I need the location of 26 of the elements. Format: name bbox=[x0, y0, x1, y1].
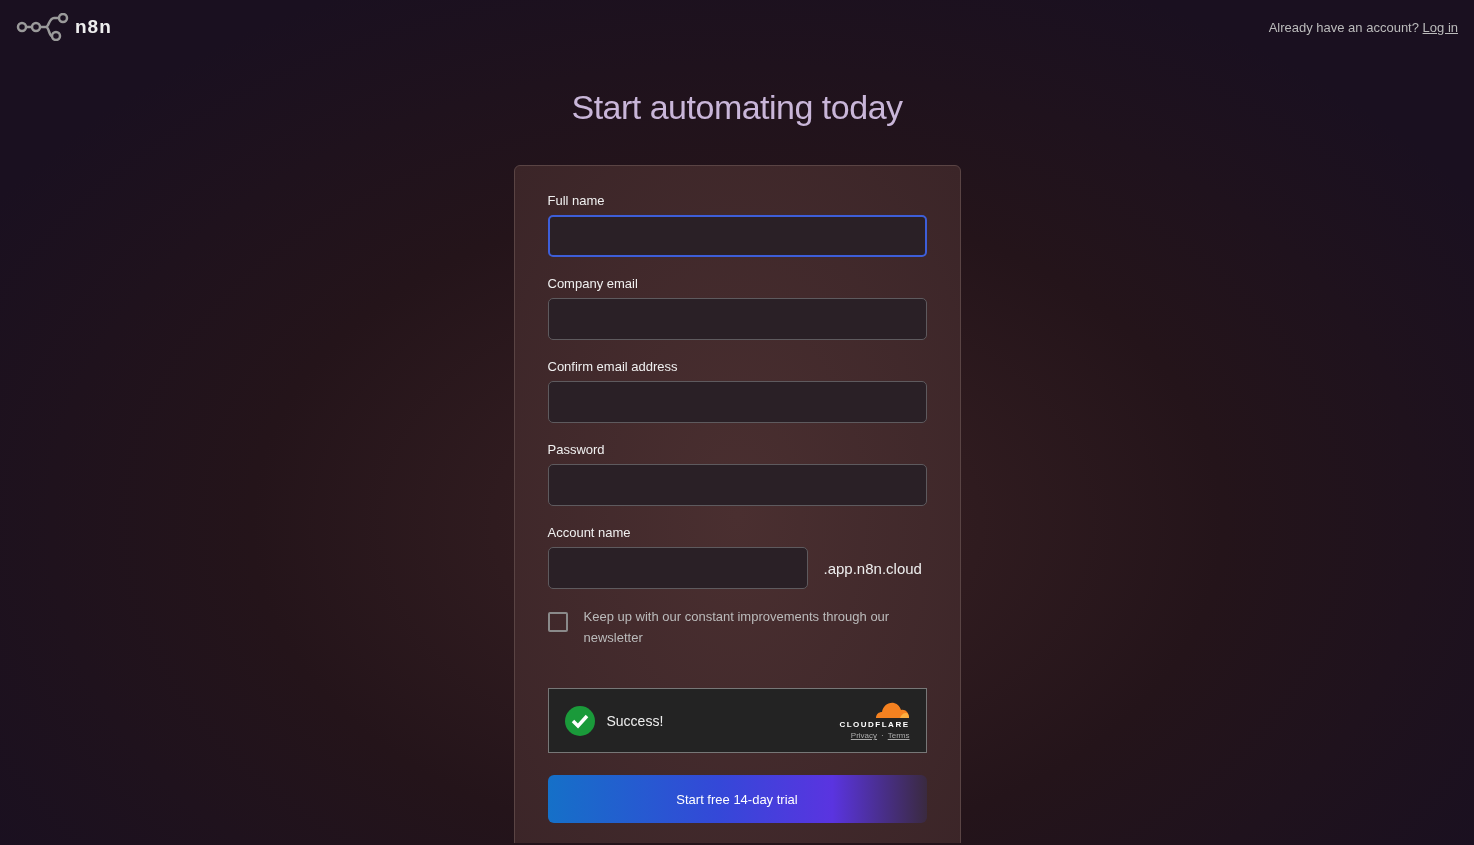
captcha-link[interactable]: Privacy bbox=[850, 731, 878, 740]
page-title: Start automating today bbox=[570, 88, 904, 127]
field-label: Account name bbox=[547, 525, 632, 540]
cloudflare-logo-text: CLOUDFLARE bbox=[839, 720, 910, 729]
newsletter-checkbox[interactable] bbox=[547, 612, 568, 632]
input-field[interactable] bbox=[547, 298, 927, 340]
success-icon bbox=[564, 705, 595, 736]
logo-text: n8n bbox=[75, 16, 112, 38]
cloud-icon bbox=[873, 701, 910, 718]
logo-icon bbox=[16, 13, 69, 41]
input-field[interactable] bbox=[547, 215, 927, 257]
separator-dot: · bbox=[881, 731, 884, 740]
field-label: Password bbox=[547, 442, 606, 457]
field-label: Full name bbox=[547, 193, 606, 208]
newsletter-label: Keep up with our constant improvements through our newsletter bbox=[583, 608, 891, 647]
domain-suffix: .app.n8n.cloud bbox=[823, 559, 922, 577]
captcha-status: Success! bbox=[606, 712, 665, 729]
input-field[interactable] bbox=[547, 547, 808, 589]
input-field[interactable] bbox=[547, 464, 927, 506]
input-field[interactable] bbox=[547, 381, 927, 423]
field-label: Company email bbox=[547, 276, 639, 291]
login-prompt: Already have an account? bbox=[1268, 19, 1419, 35]
login-link[interactable]: Log in bbox=[1422, 19, 1458, 35]
field-label: Confirm email address bbox=[547, 359, 679, 374]
captcha-link[interactable]: Terms bbox=[887, 731, 910, 740]
start-trial-button[interactable]: Start free 14-day trial bbox=[547, 775, 927, 823]
